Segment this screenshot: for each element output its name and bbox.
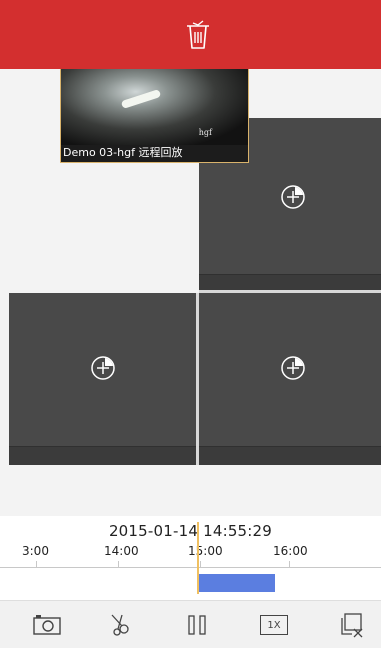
trash-icon[interactable] bbox=[184, 20, 212, 50]
cell-status-strip bbox=[199, 446, 381, 465]
capture-button[interactable] bbox=[31, 611, 63, 639]
grid-divider bbox=[199, 290, 381, 293]
scissors-icon bbox=[111, 614, 129, 636]
close-all-icon bbox=[341, 613, 363, 638]
playhead-cursor[interactable] bbox=[197, 522, 199, 594]
speed-label: 1X bbox=[267, 619, 281, 631]
add-camera-icon[interactable] bbox=[279, 183, 307, 211]
recording-segment[interactable] bbox=[199, 574, 275, 592]
pause-button[interactable] bbox=[181, 611, 213, 639]
preview-watermark: hgf bbox=[198, 128, 212, 137]
timeline-axis bbox=[0, 567, 381, 568]
preview-caption: Demo 03-hgf 远程回放 bbox=[63, 146, 183, 159]
tick-label: 3:00 bbox=[22, 544, 49, 558]
tick-label: 14:00 bbox=[104, 544, 139, 558]
preview-video-frame: hgf bbox=[61, 69, 248, 145]
top-bar bbox=[0, 0, 381, 69]
speed-button[interactable]: 1X bbox=[258, 611, 290, 639]
playback-cell-3[interactable] bbox=[9, 293, 196, 465]
playback-cell-4[interactable] bbox=[199, 293, 381, 465]
dragged-preview[interactable]: hgf Demo 03-hgf 远程回放 bbox=[60, 69, 249, 163]
close-all-button[interactable] bbox=[335, 611, 367, 639]
cell-status-strip bbox=[9, 446, 196, 465]
add-camera-icon[interactable] bbox=[89, 354, 117, 382]
preview-lamp bbox=[120, 89, 162, 109]
grid-divider bbox=[196, 293, 199, 465]
speed-icon: 1X bbox=[260, 615, 288, 635]
playback-timeline[interactable]: 2015-01-14 14:55:29 3:00 14:00 15:00 16:… bbox=[0, 516, 381, 600]
bottom-toolbar: 1X bbox=[0, 600, 381, 648]
clip-button[interactable] bbox=[103, 611, 135, 639]
tick-label: 15:00 bbox=[188, 544, 223, 558]
camera-icon bbox=[33, 615, 61, 635]
current-datetime: 2015-01-14 14:55:29 bbox=[108, 522, 273, 540]
add-camera-icon[interactable] bbox=[279, 354, 307, 382]
pause-icon bbox=[188, 615, 206, 635]
tick-label: 16:00 bbox=[273, 544, 308, 558]
